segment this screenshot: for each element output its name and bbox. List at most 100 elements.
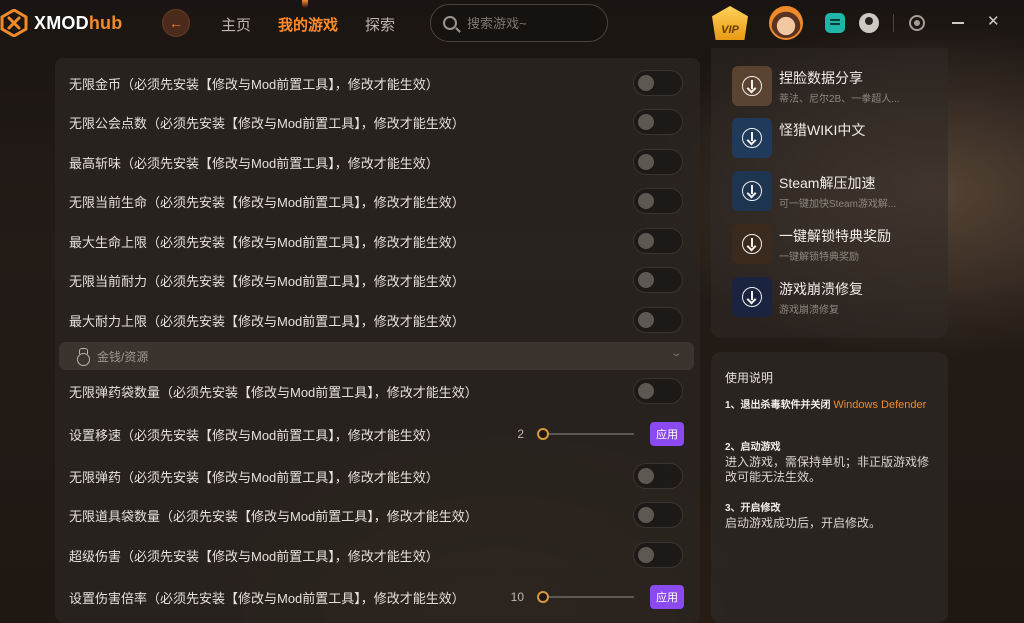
mod-row: 无限公会点数（必须先安装【修改与Mod前置工具】，修改才能生效） bbox=[55, 103, 700, 141]
tool-crash-fix[interactable]: 游戏崩溃修复 游戏崩溃修复 bbox=[732, 277, 942, 319]
mod-toggle[interactable] bbox=[633, 307, 683, 333]
download-icon bbox=[742, 234, 762, 254]
nav-explore[interactable]: 探索 bbox=[365, 14, 395, 35]
logo[interactable]: XMODhub bbox=[0, 9, 122, 37]
step-heading: 1、退出杀毒软件并关闭 bbox=[725, 400, 834, 411]
tool-tile bbox=[732, 66, 772, 106]
tool-tile bbox=[732, 171, 772, 211]
xmod-logo-icon bbox=[0, 9, 28, 37]
slider-value: 10 bbox=[510, 590, 524, 604]
mod-toggle[interactable] bbox=[633, 502, 683, 528]
mods-panel: 无限金币（必须先安装【修改与Mod前置工具】，修改才能生效） 无限公会点数（必须… bbox=[55, 58, 700, 623]
toggle-knob bbox=[638, 312, 654, 328]
section-label: 金钱/资源 bbox=[97, 349, 149, 364]
slider-track[interactable] bbox=[539, 433, 634, 435]
slider-thumb[interactable] bbox=[537, 591, 549, 603]
active-nav-indicator bbox=[302, 0, 308, 8]
mod-toggle[interactable] bbox=[633, 378, 683, 404]
apply-button[interactable]: 应用 bbox=[650, 422, 684, 446]
user-icon[interactable] bbox=[859, 13, 879, 33]
tool-title: 一键解锁特典奖励 bbox=[779, 228, 891, 244]
instructions-card: 使用说明 1、退出杀毒软件并关闭 Windows Defender 2、启动游戏… bbox=[711, 352, 948, 623]
step-highlight: Windows Defender bbox=[833, 399, 927, 411]
toggle-knob bbox=[638, 193, 654, 209]
mod-toggle[interactable] bbox=[633, 228, 683, 254]
mod-toggle[interactable] bbox=[633, 188, 683, 214]
close-icon[interactable]: ✕ bbox=[987, 12, 1007, 32]
nav-my-games[interactable]: 我的游戏 bbox=[278, 14, 338, 35]
money-bag-icon bbox=[75, 348, 90, 366]
mod-row: 无限弹药（必须先安装【修改与Mod前置工具】，修改才能生效） bbox=[55, 457, 700, 495]
mod-row: 无限当前生命（必须先安装【修改与Mod前置工具】，修改才能生效） bbox=[55, 182, 700, 220]
mod-label: 最大耐力上限（必须先安装【修改与Mod前置工具】，修改才能生效） bbox=[69, 313, 465, 329]
app-icon[interactable] bbox=[825, 13, 845, 33]
mod-row: 无限弹药袋数量（必须先安装【修改与Mod前置工具】，修改才能生效） bbox=[55, 372, 700, 410]
top-bar: XMODhub ← 主页 我的游戏 探索 VIP ✕ bbox=[0, 0, 1024, 48]
mod-label: 无限金币（必须先安装【修改与Mod前置工具】，修改才能生效） bbox=[69, 76, 439, 92]
slider-track[interactable] bbox=[539, 596, 634, 598]
step-body: 进入游戏，需保持单机；非正版游戏修改可能无法生效。 bbox=[725, 455, 930, 484]
brand-accent: hub bbox=[88, 12, 123, 33]
step-heading: 2、启动游戏 bbox=[725, 442, 781, 453]
mod-row-slider: 设置移速（必须先安装【修改与Mod前置工具】，修改才能生效） 2 应用 bbox=[55, 415, 700, 453]
minimize-icon[interactable] bbox=[952, 22, 964, 24]
tool-title: 怪猎WIKI中文 bbox=[779, 122, 866, 138]
mod-toggle[interactable] bbox=[633, 463, 683, 489]
chevron-down-icon: ⌄ bbox=[669, 348, 682, 359]
mod-label: 最大生命上限（必须先安装【修改与Mod前置工具】，修改才能生效） bbox=[69, 234, 465, 250]
mod-label: 无限弹药（必须先安装【修改与Mod前置工具】，修改才能生效） bbox=[69, 469, 439, 485]
toggle-knob bbox=[638, 233, 654, 249]
tool-steam[interactable]: Steam解压加速 可一键加快Steam游戏解... bbox=[732, 171, 942, 213]
download-icon bbox=[742, 76, 762, 96]
mod-row: 无限当前耐力（必须先安装【修改与Mod前置工具】，修改才能生效） bbox=[55, 261, 700, 299]
avatar[interactable] bbox=[769, 6, 803, 40]
instructions-title: 使用说明 bbox=[725, 371, 774, 385]
download-icon bbox=[742, 128, 762, 148]
mod-toggle[interactable] bbox=[633, 149, 683, 175]
mod-row: 超级伤害（必须先安装【修改与Mod前置工具】，修改才能生效） bbox=[55, 536, 700, 574]
instruction-step-2: 2、启动游戏 进入游戏，需保持单机；非正版游戏修改可能无法生效。 bbox=[725, 441, 940, 485]
search-box[interactable] bbox=[430, 4, 608, 42]
toggle-knob bbox=[638, 468, 654, 484]
download-icon bbox=[742, 181, 762, 201]
mod-row: 最大生命上限（必须先安装【修改与Mod前置工具】，修改才能生效） bbox=[55, 222, 700, 260]
instruction-step-1: 1、退出杀毒软件并关闭 Windows Defender bbox=[725, 398, 940, 413]
toggle-knob bbox=[638, 154, 654, 170]
mod-row-slider: 设置伤害倍率（必须先安装【修改与Mod前置工具】，修改才能生效） 10 应用 bbox=[55, 578, 700, 616]
section-header-money[interactable]: 金钱/资源 ⌄ bbox=[59, 342, 694, 370]
search-input[interactable] bbox=[467, 15, 597, 31]
mod-label: 设置移速（必须先安装【修改与Mod前置工具】，修改才能生效） bbox=[69, 427, 439, 443]
slider-thumb[interactable] bbox=[537, 428, 549, 440]
tool-subtitle: 一键解锁特典奖励 bbox=[779, 252, 859, 263]
mod-row: 最高斩味（必须先安装【修改与Mod前置工具】，修改才能生效） bbox=[55, 143, 700, 181]
slider-value: 2 bbox=[517, 427, 524, 441]
mod-toggle[interactable] bbox=[633, 70, 683, 96]
tools-card: 捏脸数据分享 蒂法、尼尔2B、一拳超人... 怪猎WIKI中文 Steam解压加… bbox=[711, 48, 948, 338]
apply-button[interactable]: 应用 bbox=[650, 585, 684, 609]
mod-label: 无限弹药袋数量（必须先安装【修改与Mod前置工具】，修改才能生效） bbox=[69, 384, 478, 400]
arrow-left-icon: ← bbox=[169, 15, 183, 31]
mod-toggle[interactable] bbox=[633, 542, 683, 568]
mod-toggle[interactable] bbox=[633, 267, 683, 293]
tool-unlock-rewards[interactable]: 一键解锁特典奖励 一键解锁特典奖励 bbox=[732, 224, 942, 266]
vip-badge[interactable]: VIP bbox=[712, 6, 748, 40]
toggle-knob bbox=[638, 114, 654, 130]
vip-label: VIP bbox=[721, 24, 739, 36]
download-icon bbox=[742, 287, 762, 307]
tool-tile bbox=[732, 224, 772, 264]
tool-wiki[interactable]: 怪猎WIKI中文 bbox=[732, 118, 942, 160]
tool-face-data[interactable]: 捏脸数据分享 蒂法、尼尔2B、一拳超人... bbox=[732, 66, 942, 108]
toggle-knob bbox=[638, 75, 654, 91]
back-button[interactable]: ← bbox=[162, 9, 190, 37]
brand-main: XMOD bbox=[34, 12, 89, 33]
mod-toggle[interactable] bbox=[633, 109, 683, 135]
tool-subtitle: 蒂法、尼尔2B、一拳超人... bbox=[779, 94, 900, 105]
tool-title: 游戏崩溃修复 bbox=[779, 281, 863, 297]
mod-label: 无限当前生命（必须先安装【修改与Mod前置工具】，修改才能生效） bbox=[69, 194, 465, 210]
toggle-knob bbox=[638, 272, 654, 288]
mod-label: 无限公会点数（必须先安装【修改与Mod前置工具】，修改才能生效） bbox=[69, 115, 465, 131]
nav-home[interactable]: 主页 bbox=[221, 14, 251, 35]
settings-icon[interactable] bbox=[909, 15, 925, 31]
step-heading: 3、开启修改 bbox=[725, 503, 781, 514]
search-icon bbox=[443, 16, 457, 30]
